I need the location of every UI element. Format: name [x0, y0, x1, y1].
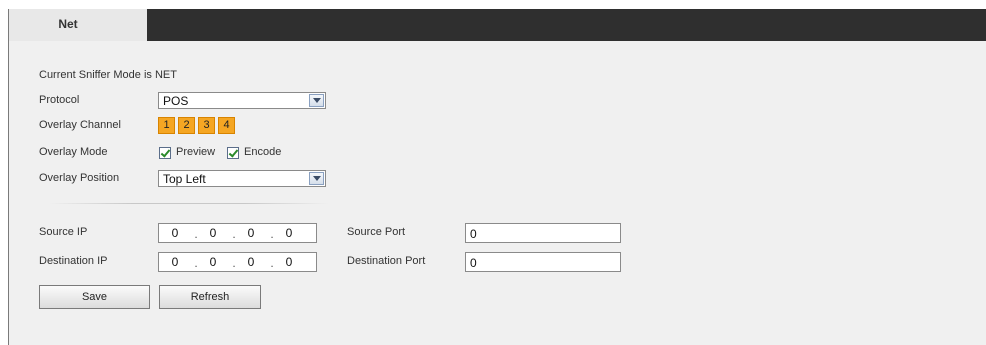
source-ip-octet-4[interactable]: 0	[279, 226, 299, 240]
destination-port-label: Destination Port	[347, 255, 426, 267]
channel-4-button[interactable]: 4	[218, 117, 235, 134]
sniffer-mode-status: Current Sniffer Mode is NET	[39, 69, 177, 81]
overlay-position-label: Overlay Position	[39, 172, 120, 184]
protocol-label: Protocol	[39, 94, 80, 106]
source-port-label: Source Port	[347, 226, 406, 238]
source-ip-octet-1[interactable]: 0	[165, 226, 185, 240]
destination-ip-octet-3[interactable]: 0	[241, 255, 261, 269]
encode-checkbox-label: Encode	[244, 146, 282, 158]
channel-1-button[interactable]: 1	[158, 117, 175, 134]
protocol-select[interactable]: POS	[158, 92, 326, 109]
source-port-value: 0	[470, 227, 477, 241]
destination-ip-octet-1[interactable]: 0	[165, 255, 185, 269]
channel-3-button[interactable]: 3	[198, 117, 215, 134]
refresh-button[interactable]: Refresh	[159, 285, 261, 309]
preview-checkbox[interactable]	[159, 147, 171, 159]
overlay-position-value: Top Left	[163, 172, 206, 186]
destination-ip-input[interactable]: 0 . 0 . 0 . 0	[158, 252, 317, 272]
channel-2-button[interactable]: 2	[178, 117, 195, 134]
destination-port-input[interactable]: 0	[465, 252, 621, 272]
source-port-input[interactable]: 0	[465, 223, 621, 243]
net-settings-window: Net Current Sniffer Mode is NET Protocol…	[8, 9, 986, 345]
ip-separator: .	[194, 227, 198, 241]
destination-ip-octet-2[interactable]: 0	[203, 255, 223, 269]
ip-separator: .	[270, 227, 274, 241]
source-ip-label: Source IP	[39, 226, 88, 238]
source-ip-octet-3[interactable]: 0	[241, 226, 261, 240]
ip-separator: .	[270, 256, 274, 270]
tab-net[interactable]: Net	[9, 9, 147, 41]
top-bar: Net	[9, 9, 986, 41]
encode-checkbox[interactable]	[227, 147, 239, 159]
overlay-position-select[interactable]: Top Left	[158, 170, 326, 187]
source-ip-input[interactable]: 0 . 0 . 0 . 0	[158, 223, 317, 243]
chevron-down-icon[interactable]	[309, 172, 324, 185]
preview-checkbox-label: Preview	[176, 146, 216, 158]
settings-panel: Current Sniffer Mode is NET Protocol POS…	[9, 41, 986, 345]
overlay-channel-group: 1 2 3 4	[158, 117, 268, 134]
ip-separator: .	[232, 256, 236, 270]
overlay-mode-label: Overlay Mode	[39, 146, 108, 158]
source-ip-octet-2[interactable]: 0	[203, 226, 223, 240]
ip-separator: .	[194, 256, 198, 270]
chevron-down-icon[interactable]	[309, 94, 324, 107]
destination-ip-octet-4[interactable]: 0	[279, 255, 299, 269]
save-button[interactable]: Save	[39, 285, 150, 309]
destination-port-value: 0	[470, 256, 477, 270]
overlay-channel-label: Overlay Channel	[39, 119, 121, 131]
ip-separator: .	[232, 227, 236, 241]
section-divider	[49, 203, 329, 204]
tab-net-label: Net	[58, 17, 78, 31]
destination-ip-label: Destination IP	[39, 255, 108, 267]
protocol-value: POS	[163, 94, 189, 108]
